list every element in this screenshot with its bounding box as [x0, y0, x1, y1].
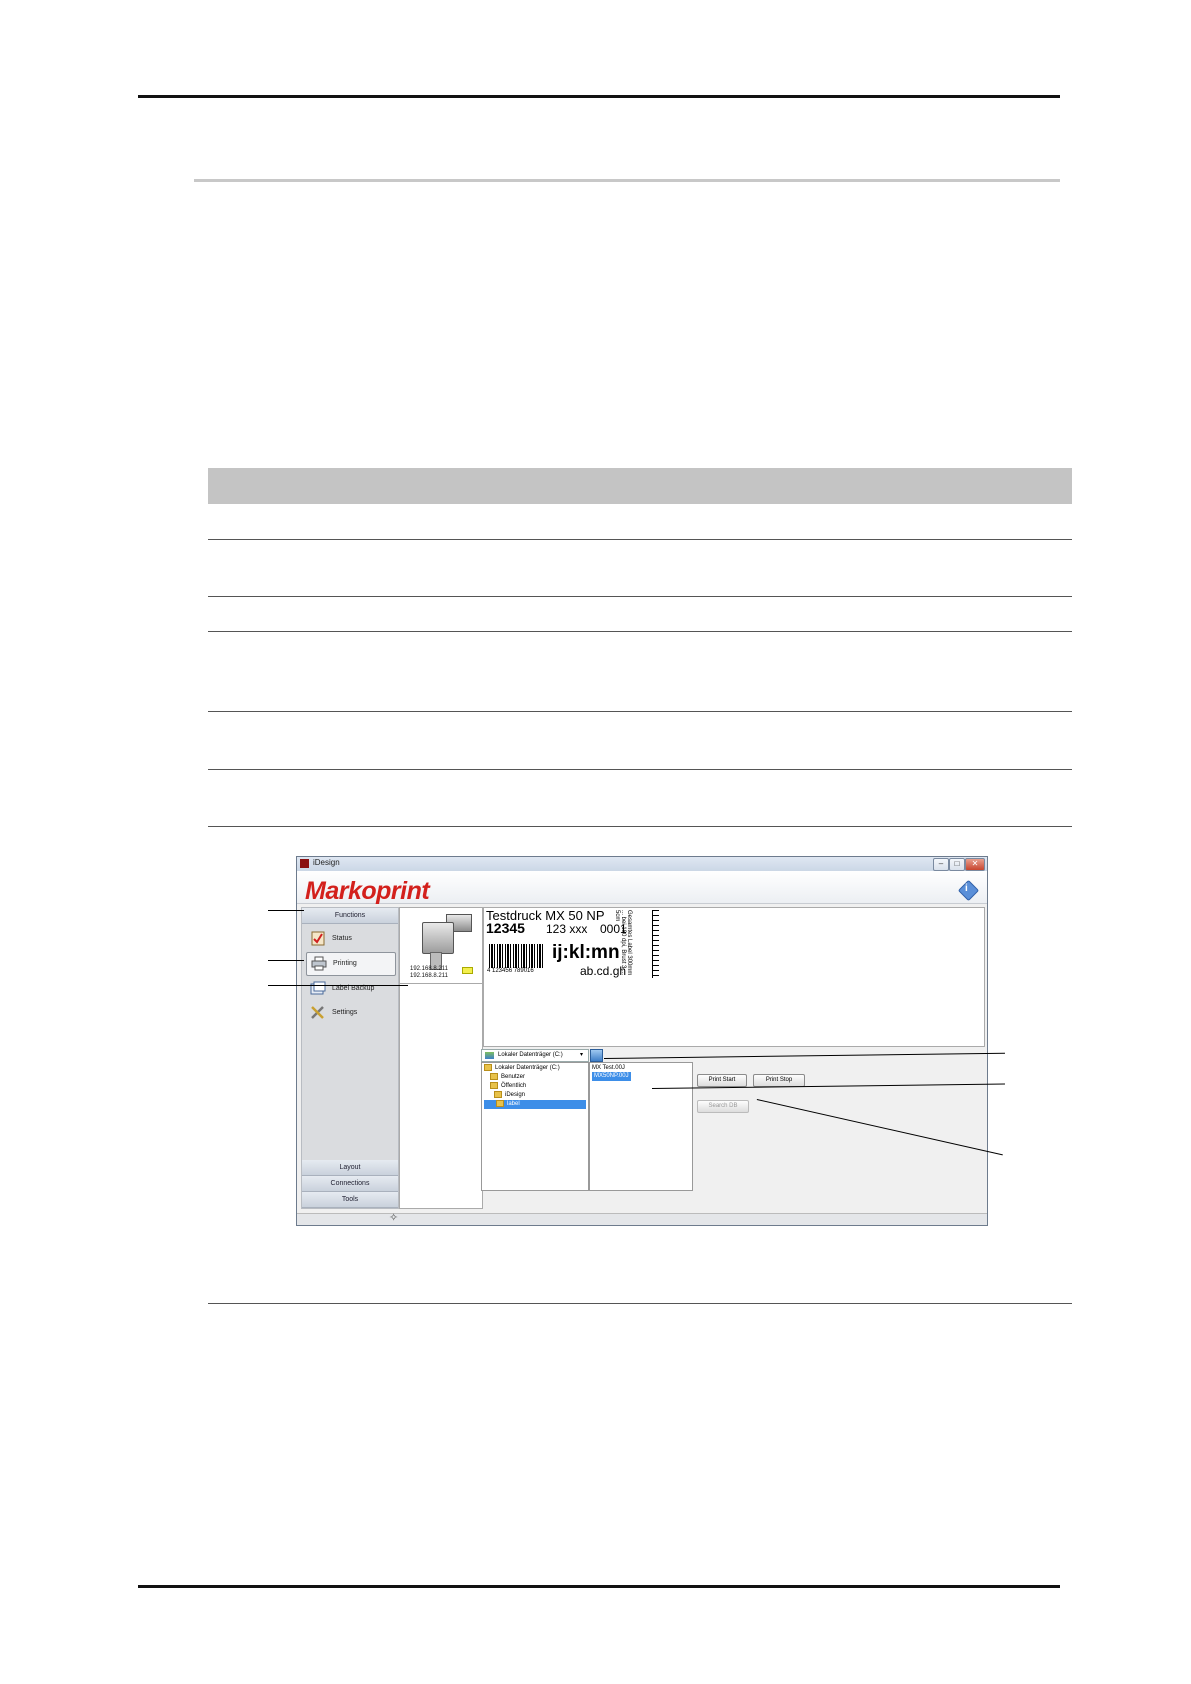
- close-button[interactable]: ✕: [965, 858, 985, 871]
- minimize-button[interactable]: –: [933, 858, 949, 871]
- preview-code: 123 xxx: [546, 922, 588, 936]
- brand-logo: Markoprint: [305, 877, 430, 905]
- footer-rule: [138, 1585, 1060, 1588]
- tools-icon: [311, 1006, 324, 1019]
- tree-item-oeffentlich[interactable]: Öffentlich: [490, 1082, 526, 1091]
- device-status-indicator: [462, 967, 473, 974]
- header-rule: [138, 95, 1060, 98]
- device-ip-address: 192.168.8.211: [410, 973, 448, 979]
- callout-line-device: [268, 985, 408, 986]
- tree-item-drive[interactable]: Lokaler Datenträger (C:): [484, 1064, 560, 1073]
- preview-vertical-text: Gesamtes Label 300mm ... bei 180 dpi, Br…: [614, 910, 632, 976]
- table-row-rule: [208, 596, 1072, 597]
- callout-line-printing: [268, 960, 304, 961]
- preview-big-text: ij:kl:mn: [552, 942, 620, 963]
- app-window-screenshot: iDesign – □ ✕ Markoprint i Functions Sta…: [296, 856, 988, 1226]
- printer-icon: [311, 956, 327, 971]
- device-ip-address: 192.168.8.211: [410, 966, 448, 972]
- callout-line-functions: [268, 910, 304, 911]
- section-rule: [194, 179, 1060, 182]
- sidebar-section-connections[interactable]: Connections: [302, 1176, 398, 1192]
- table-row-rule: [208, 769, 1072, 770]
- preview-number: 12345: [486, 920, 525, 936]
- drive-select[interactable]: Lokaler Datenträger (C:) ▾: [481, 1049, 589, 1062]
- sidebar-item-label: Status: [332, 935, 352, 942]
- tree-item-label[interactable]: label: [484, 1100, 586, 1109]
- table-row-rule: [208, 1303, 1072, 1304]
- database-button[interactable]: [590, 1049, 603, 1062]
- table-row-rule: [208, 711, 1072, 712]
- drive-icon: [484, 1064, 492, 1071]
- chevron-down-icon: ▾: [580, 1052, 584, 1058]
- file-list: MX Test.00J MX50NP.00J: [589, 1062, 693, 1191]
- sidebar: Functions Status Printing Label Backup S…: [301, 907, 399, 1209]
- table-header-bar: [208, 468, 1072, 504]
- status-bar: ✧: [297, 1211, 987, 1225]
- sidebar-item-printing[interactable]: Printing: [306, 952, 396, 976]
- file-item-selected[interactable]: MX50NP.00J: [592, 1072, 631, 1081]
- print-stop-button[interactable]: Print Stop: [753, 1074, 805, 1087]
- table-row-rule: [208, 631, 1072, 632]
- status-icon: [311, 931, 325, 946]
- sidebar-item-label-backup[interactable]: Label Backup: [306, 978, 394, 1000]
- preview-ruler: [652, 910, 659, 978]
- sidebar-header-functions[interactable]: Functions: [302, 908, 398, 924]
- maximize-button[interactable]: □: [949, 858, 965, 871]
- printer-body-image: [422, 922, 454, 954]
- pin-icon[interactable]: ✧: [389, 1211, 398, 1224]
- sidebar-item-label: Printing: [333, 960, 357, 967]
- folder-icon: [494, 1091, 502, 1098]
- preview-barcode: [489, 944, 545, 968]
- printer-device-tile[interactable]: 192.168.8.211 192.168.8.211: [399, 907, 483, 984]
- sidebar-item-settings[interactable]: Settings: [306, 1002, 394, 1024]
- tree-item-idesign[interactable]: iDesign: [494, 1091, 525, 1100]
- folder-icon: [496, 1100, 504, 1107]
- title-bar: iDesign – □ ✕: [297, 857, 987, 871]
- sidebar-item-label: Settings: [332, 1009, 358, 1016]
- label-preview: Testdruck MX 50 NP 12345 123 xxx 0001 4 …: [483, 907, 985, 1047]
- folder-icon: [490, 1073, 498, 1080]
- sidebar-item-label: Label Backup: [332, 985, 375, 992]
- sidebar-item-status[interactable]: Status: [306, 928, 394, 950]
- tree-item-benutzer[interactable]: Benutzer: [490, 1073, 525, 1082]
- sidebar-section-tools[interactable]: Tools: [302, 1192, 398, 1208]
- table-row-rule: [208, 539, 1072, 540]
- info-icon-glyph: i: [965, 883, 968, 894]
- app-icon: [300, 859, 309, 868]
- print-start-button[interactable]: Print Start: [697, 1074, 747, 1087]
- folder-icon: [490, 1082, 498, 1089]
- folder-tree: Lokaler Datenträger (C:) Benutzer Öffent…: [481, 1062, 589, 1191]
- table-row-rule: [208, 826, 1072, 827]
- preview-barcode-number: 4 123456 789016: [487, 968, 534, 974]
- device-list-panel: [399, 983, 483, 1209]
- search-db-button[interactable]: Search DB: [697, 1100, 749, 1113]
- backup-icon: [310, 981, 326, 995]
- window-title: iDesign: [313, 858, 340, 867]
- sidebar-section-layout[interactable]: Layout: [302, 1160, 398, 1176]
- drive-select-label: Lokaler Datenträger (C:): [498, 1052, 563, 1058]
- drive-icon: [485, 1052, 494, 1059]
